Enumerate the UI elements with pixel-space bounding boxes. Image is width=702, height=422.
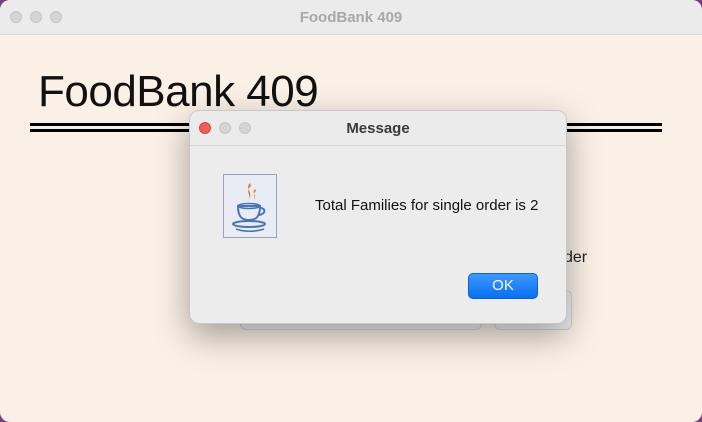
message-dialog: Message Total Families for single order … bbox=[189, 110, 567, 324]
app-heading: FoodBank 409 bbox=[38, 67, 319, 116]
window-titlebar[interactable]: FoodBank 409 bbox=[0, 0, 702, 35]
background-order-label: der bbox=[564, 249, 588, 266]
main-window: FoodBank 409 FoodBank 409 der Message To… bbox=[0, 0, 702, 422]
dialog-titlebar[interactable]: Message bbox=[190, 111, 566, 146]
window-title: FoodBank 409 bbox=[299, 9, 403, 26]
java-icon bbox=[223, 174, 277, 238]
dialog-title: Message bbox=[346, 120, 410, 137]
ok-button[interactable]: OK bbox=[468, 273, 538, 299]
dialog-message: Total Families for single order is 2 bbox=[315, 197, 539, 214]
